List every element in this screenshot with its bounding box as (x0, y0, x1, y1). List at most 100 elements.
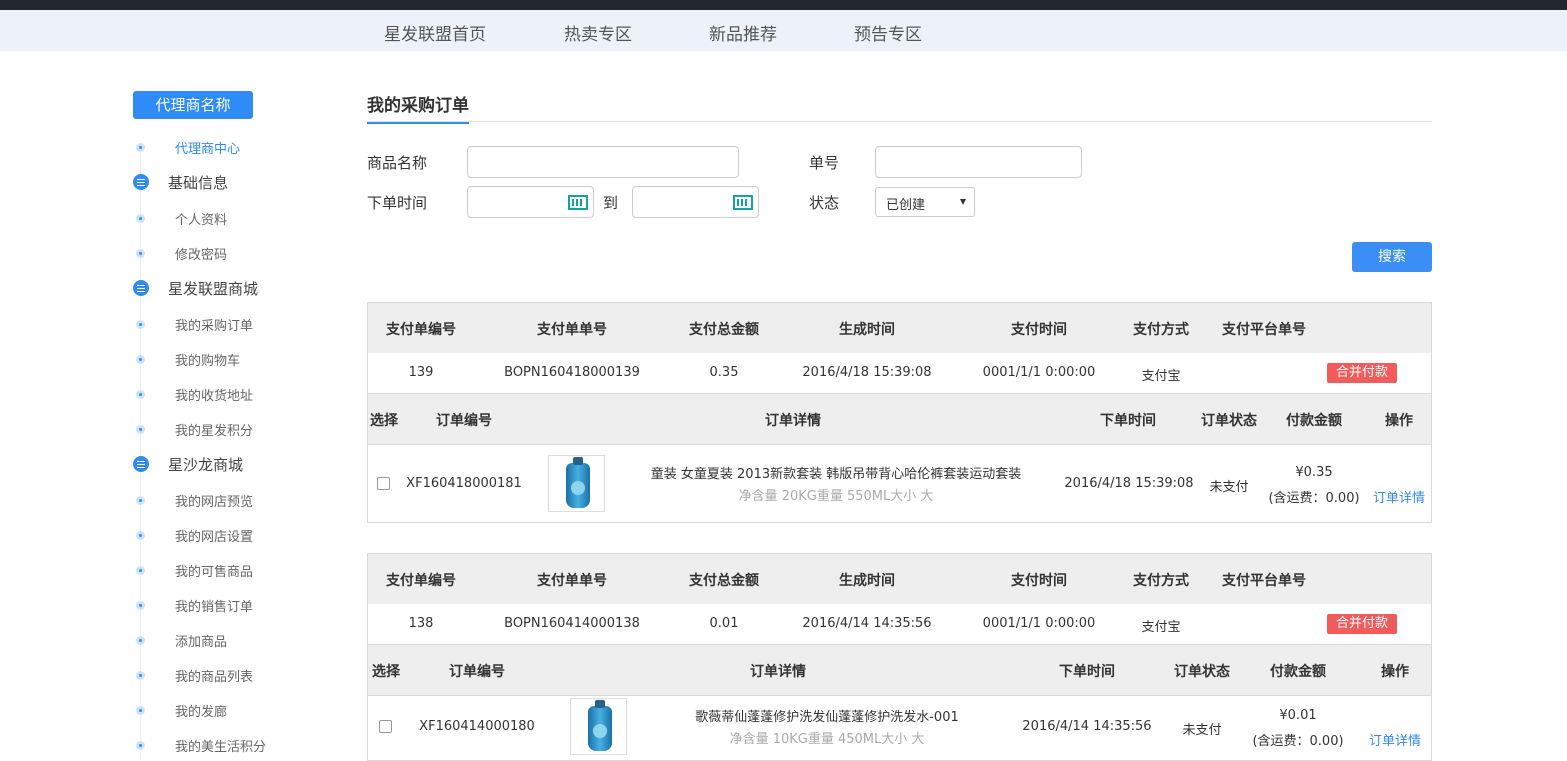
order-header-cell: 选择 (372, 664, 400, 680)
payment-header-cell: 支付时间 (1011, 322, 1067, 338)
product-thumbnail[interactable] (570, 698, 627, 755)
bullet-icon (136, 496, 145, 505)
end-date-input[interactable] (632, 186, 759, 218)
order-amount: ¥0.35 (1295, 465, 1333, 480)
payment-cell-paid_time: 0001/1/1 0:00:00 (982, 616, 1096, 631)
order-detail: 歌薇蒂仙蓬蓬修护洗发仙蓬蓬修护洗发水-001 净含量 10KG重量 450ML大小… (695, 706, 959, 747)
sidebar-group-label: 星沙龙商城 (168, 456, 244, 474)
order-detail-link[interactable]: 订单详情 (1369, 730, 1421, 749)
bullet-icon (136, 636, 145, 645)
bullet-icon (136, 214, 145, 223)
product-spec: 净含量 10KG重量 450ML大小 大 (729, 732, 925, 747)
order-header-cell: 下单时间 (1100, 413, 1156, 429)
chevron-down-icon (960, 199, 966, 205)
list-icon (133, 280, 149, 296)
order-checkbox[interactable] (379, 720, 392, 733)
bullet-icon (136, 671, 145, 680)
bullet-icon (136, 741, 145, 750)
title-divider (367, 121, 1432, 122)
payment-cell-paid_time: 0001/1/1 0:00:00 (982, 365, 1096, 380)
payment-header-cell: 支付单单号 (537, 573, 607, 589)
sidebar-item-label: 我的采购订单 (175, 319, 254, 334)
order-header-cell: 付款金额 (1286, 413, 1342, 429)
order-checkbox[interactable] (377, 477, 390, 490)
sidebar-item-label: 我的收货地址 (175, 389, 254, 404)
order-freight: (含运费：0.00) (1252, 734, 1344, 749)
product-thumbnail[interactable] (548, 455, 605, 512)
payment-header-cell: 生成时间 (839, 322, 895, 338)
payment-header-cell: 支付方式 (1133, 322, 1189, 338)
order-detail: 童装 女童夏装 2013新款套装 韩版吊带背心哈伦裤套装运动套装 净含量 20KG… (651, 463, 1021, 504)
list-icon (133, 174, 149, 190)
bullet-icon (136, 249, 145, 258)
order-status: 未支付 (1182, 723, 1222, 738)
order-header-cell: 下单时间 (1059, 664, 1115, 680)
order-time: 2016/4/18 15:39:08 (1064, 476, 1194, 491)
sidebar-item-label: 我的可售商品 (175, 565, 254, 580)
top-bar (0, 0, 1567, 10)
bullet-icon (136, 706, 145, 715)
order-header-row (368, 393, 1431, 445)
bullet-icon (136, 601, 145, 610)
payment-header-cell: 支付单编号 (386, 573, 456, 589)
search-button[interactable]: 搜索 (1352, 242, 1432, 272)
product-name: 童装 女童夏装 2013新款套装 韩版吊带背心哈伦裤套装运动套装 (650, 467, 1022, 482)
sidebar-group-label: 星发联盟商城 (168, 280, 259, 298)
sidebar-item-label: 我的网店预览 (175, 495, 254, 510)
sidebar-item-label: 我的销售订单 (175, 600, 254, 615)
payment-cell-method: 支付宝 (1141, 620, 1181, 635)
nav-home[interactable]: 星发联盟首页 (384, 20, 486, 45)
payment-header-cell: 生成时间 (839, 573, 895, 589)
sidebar-item-label: 修改密码 (175, 248, 228, 263)
list-icon (133, 456, 149, 472)
main-nav: 星发联盟首页 热卖专区 新品推荐 预告专区 (0, 10, 1567, 51)
payment-header-cell: 支付单编号 (386, 322, 456, 338)
payment-cell-no: BOPN160414000138 (504, 616, 640, 631)
order-freight: (含运费：0.00) (1268, 491, 1360, 506)
shampoo-bottle-image (588, 700, 612, 751)
payment-header-cell: 支付总金额 (689, 573, 759, 589)
bullet-icon (136, 143, 145, 152)
bullet-icon (136, 390, 145, 399)
product-name-label: 商品名称 (367, 154, 428, 172)
payment-cell-total: 0.01 (709, 616, 739, 631)
calendar-icon[interactable] (568, 195, 588, 210)
payment-block: 支付单编号 支付单单号 支付总金额 生成时间 支付时间 支付方式 支付平台单号 138 BOPN… (367, 553, 1432, 761)
payment-cell-no: BOPN160418000139 (504, 365, 640, 380)
calendar-icon[interactable] (733, 195, 753, 210)
order-amount: ¥0.01 (1279, 708, 1317, 723)
sidebar-item-label: 我的美生活积分 (175, 740, 267, 755)
page-title: 我的采购订单 (367, 91, 469, 124)
payment-cell-method: 支付宝 (1141, 369, 1181, 384)
start-date-input[interactable] (467, 186, 594, 218)
merge-pay-button[interactable]: 合并付款 (1327, 363, 1397, 383)
sidebar-item-label: 我的购物车 (175, 354, 241, 369)
order-header-cell: 订单详情 (750, 664, 806, 680)
order-no-input[interactable] (875, 146, 1082, 178)
order-no: XF160414000180 (419, 719, 535, 734)
payment-header-cell: 支付平台单号 (1222, 322, 1306, 338)
merge-pay-button[interactable]: 合并付款 (1327, 614, 1397, 634)
status-select-value: 已创建 (886, 198, 926, 213)
sidebar-group-label: 基础信息 (168, 174, 229, 192)
product-name-input[interactable] (467, 146, 739, 178)
sidebar-item-label: 个人资料 (175, 213, 228, 228)
order-header-cell: 付款金额 (1270, 664, 1326, 680)
status-select[interactable]: 已创建 (875, 187, 975, 217)
sidebar-item-label: 我的网店设置 (175, 530, 254, 545)
status-label: 状态 (809, 194, 840, 212)
payment-cell-created: 2016/4/14 14:35:56 (802, 616, 932, 631)
nav-preview[interactable]: 预告专区 (854, 20, 922, 45)
bullet-icon (136, 531, 145, 540)
agent-name-badge: 代理商名称 (133, 91, 253, 119)
nav-new[interactable]: 新品推荐 (709, 20, 777, 45)
nav-hot[interactable]: 热卖专区 (564, 20, 632, 45)
order-detail-link[interactable]: 订单详情 (1373, 487, 1425, 506)
order-status: 未支付 (1209, 480, 1249, 495)
payment-header-cell: 支付方式 (1133, 573, 1189, 589)
bullet-icon (136, 355, 145, 364)
bullet-icon (136, 425, 145, 434)
order-time-label: 下单时间 (367, 194, 428, 212)
order-header-cell: 订单编号 (449, 664, 505, 680)
product-name: 歌薇蒂仙蓬蓬修护洗发仙蓬蓬修护洗发水-001 (695, 710, 959, 725)
